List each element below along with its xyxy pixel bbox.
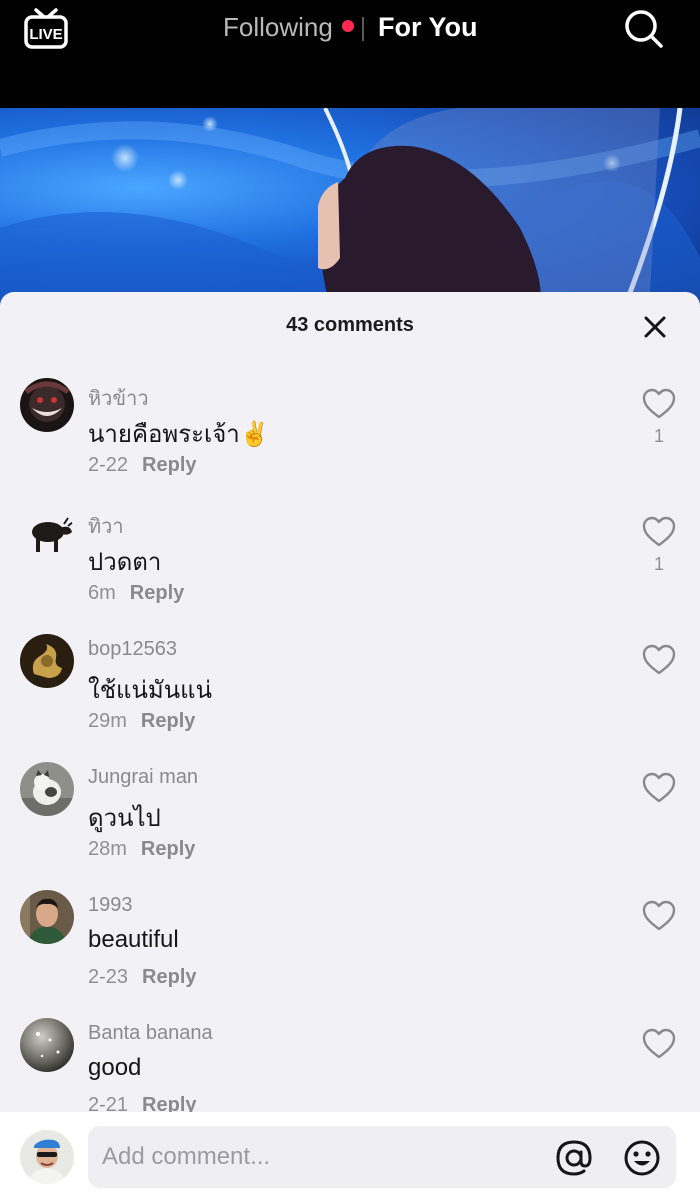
comment-time: 28m xyxy=(88,838,127,860)
avatar-image xyxy=(20,762,74,816)
avatar-image xyxy=(20,506,74,560)
comment-time: 2-23 xyxy=(88,966,129,988)
comment-text: ใช้แน่มันแน่ xyxy=(88,677,212,704)
comment-username[interactable]: bop12563 xyxy=(88,638,177,661)
tab-divider xyxy=(362,17,364,41)
reply-button[interactable]: Reply xyxy=(141,710,195,732)
emoji-button[interactable] xyxy=(622,1138,662,1178)
search-button[interactable] xyxy=(622,8,666,50)
like-button[interactable] xyxy=(642,388,676,420)
comment-meta: 28m Reply xyxy=(88,838,195,861)
notification-dot xyxy=(342,20,354,32)
tab-for-you[interactable]: For You xyxy=(378,12,478,43)
comment-meta: 6m Reply xyxy=(88,582,184,605)
top-bar: LIVE Following For You xyxy=(0,0,700,108)
heart-icon xyxy=(642,644,676,675)
reply-button[interactable]: Reply xyxy=(142,454,196,476)
reply-button[interactable]: Reply xyxy=(142,966,196,988)
heart-icon xyxy=(642,516,676,547)
avatar-image xyxy=(20,378,74,432)
comment-text: นายคือพระเจ้า✌️ xyxy=(88,421,270,448)
comment-text: beautiful xyxy=(88,926,179,953)
comments-sheet: 43 comments หิวข้าว นายคือพระเจ้า✌️ 2-22… xyxy=(0,292,700,1200)
emoji-icon xyxy=(624,1140,660,1176)
heart-icon xyxy=(642,772,676,803)
like-button[interactable] xyxy=(642,1028,676,1060)
avatar-image xyxy=(20,890,74,944)
comment-text: ดูวนไป xyxy=(88,805,161,832)
avatar[interactable] xyxy=(20,378,74,432)
like-button[interactable] xyxy=(642,900,676,932)
comment-input-container[interactable] xyxy=(88,1126,676,1188)
feed-tabs: Following For You xyxy=(0,12,700,46)
tab-following[interactable]: Following xyxy=(223,12,333,43)
like-count: 1 xyxy=(653,426,664,446)
comment-username[interactable]: ทิวา xyxy=(88,510,124,542)
comment-time: 29m xyxy=(88,710,127,732)
like-count: 1 xyxy=(653,554,664,574)
comment-item: ทิวา ปวดตา 6m Reply 1 xyxy=(0,506,700,634)
comment-meta: 2-22 Reply xyxy=(88,454,197,477)
comment-item: bop12563 ใช้แน่มันแน่ 29m Reply xyxy=(0,634,700,762)
at-icon xyxy=(556,1140,592,1176)
comment-username[interactable]: หิวข้าว xyxy=(88,382,149,414)
avatar[interactable] xyxy=(20,1018,74,1072)
comment-username[interactable]: Banta banana xyxy=(88,1022,213,1045)
like-button[interactable] xyxy=(642,772,676,804)
reply-button[interactable]: Reply xyxy=(141,838,195,860)
comment-item: หิวข้าว นายคือพระเจ้า✌️ 2-22 Reply 1 xyxy=(0,378,700,506)
comment-username[interactable]: Jungrai man xyxy=(88,766,198,789)
avatar-image xyxy=(20,1130,74,1184)
comment-meta: 2-23 Reply xyxy=(88,966,197,989)
comment-text: good xyxy=(88,1054,142,1081)
like-button[interactable] xyxy=(642,516,676,548)
search-icon xyxy=(625,10,663,48)
comment-username[interactable]: 1993 xyxy=(88,894,133,917)
heart-icon xyxy=(642,388,676,419)
comment-time: 2-22 xyxy=(88,454,129,476)
video-player[interactable] xyxy=(0,108,700,308)
comment-input[interactable] xyxy=(102,1138,542,1176)
comment-time: 6m xyxy=(88,582,116,604)
like-button[interactable] xyxy=(642,644,676,676)
comment-meta: 29m Reply xyxy=(88,710,195,733)
my-avatar[interactable] xyxy=(20,1130,74,1184)
avatar[interactable] xyxy=(20,634,74,688)
reply-button[interactable]: Reply xyxy=(130,582,184,604)
video-frame-image xyxy=(0,108,700,308)
mention-button[interactable] xyxy=(554,1138,594,1178)
close-icon xyxy=(644,316,666,338)
comments-count-title: 43 comments xyxy=(286,314,414,336)
close-button[interactable] xyxy=(640,312,670,342)
avatar[interactable] xyxy=(20,506,74,560)
avatar-image xyxy=(20,1018,74,1072)
heart-icon xyxy=(642,900,676,931)
comment-text: ปวดตา xyxy=(88,549,162,576)
comment-item: Jungrai man ดูวนไป 28m Reply xyxy=(0,762,700,890)
avatar-image xyxy=(20,634,74,688)
comment-composer xyxy=(0,1112,700,1200)
avatar[interactable] xyxy=(20,890,74,944)
heart-icon xyxy=(642,1028,676,1059)
comment-item: 1993 beautiful 2-23 Reply xyxy=(0,890,700,1018)
avatar[interactable] xyxy=(20,762,74,816)
